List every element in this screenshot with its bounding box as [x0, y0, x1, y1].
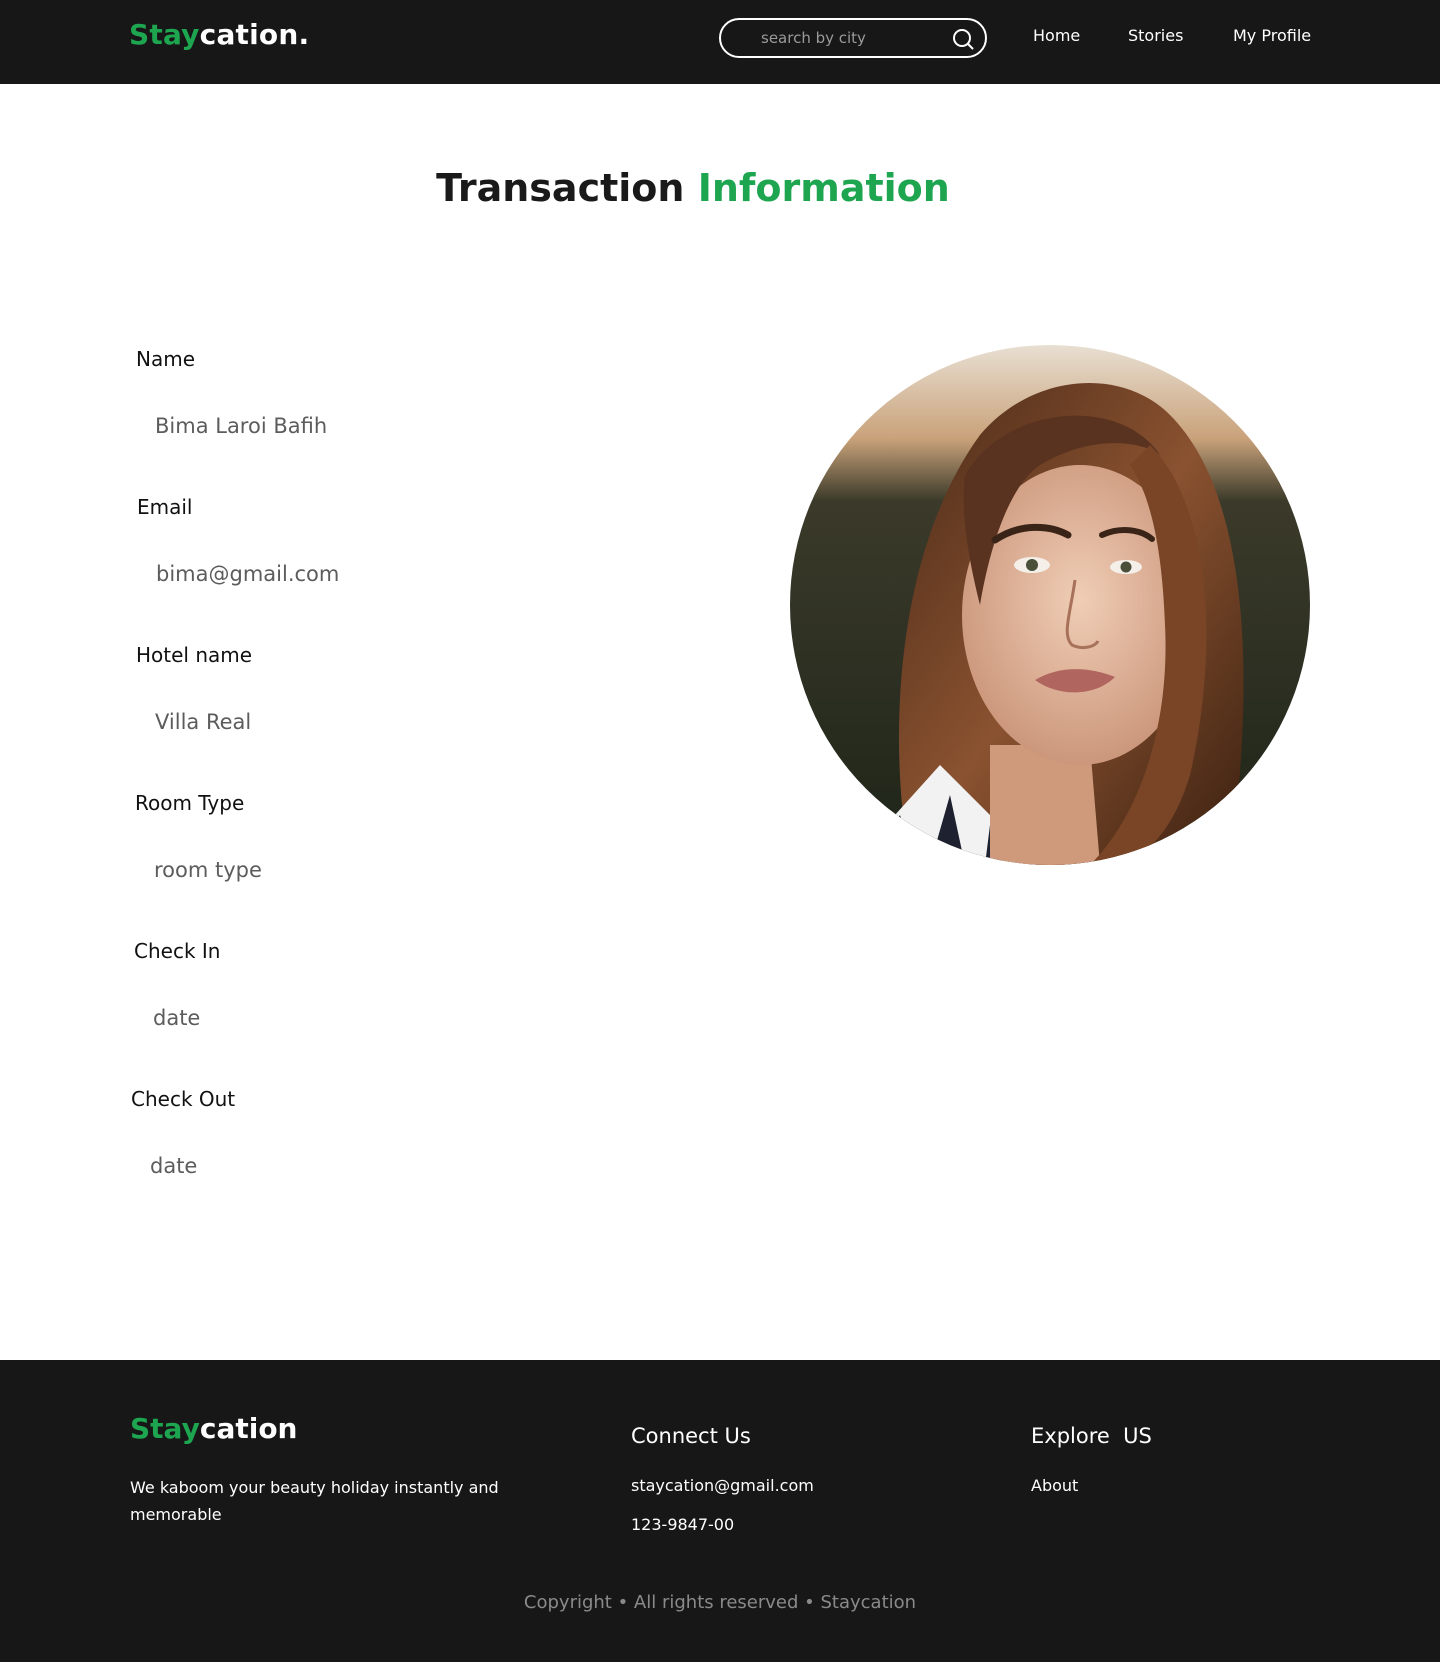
nav-stories[interactable]: Stories — [1128, 26, 1183, 45]
check-out-label: Check Out — [131, 1087, 236, 1111]
footer-logo-accent: Stay — [130, 1412, 200, 1445]
footer-tagline: We kaboom your beauty holiday instantly … — [130, 1478, 499, 1524]
room-type-label: Room Type — [135, 791, 245, 815]
logo-rest: cation. — [199, 18, 310, 51]
search-icon[interactable] — [952, 28, 974, 50]
hotel-name-label: Hotel name — [136, 643, 253, 667]
check-out-value: date — [150, 1154, 198, 1178]
check-in-value: date — [153, 1006, 201, 1030]
search-input[interactable] — [761, 26, 946, 50]
about-link[interactable]: About — [1031, 1476, 1078, 1495]
footer-logo[interactable]: Staycation — [130, 1412, 298, 1445]
top-navbar: Staycation. Home Stories My Profile — [0, 0, 1440, 84]
profile-photo — [790, 345, 1310, 865]
name-label: Name — [136, 347, 196, 371]
name-value: Bima Laroi Bafih — [155, 414, 328, 438]
contact-phone: 123-9847-00 — [631, 1515, 735, 1534]
title-part-dark: Transaction — [436, 166, 685, 210]
contact-email-link[interactable]: staycation@gmail.com — [631, 1476, 814, 1495]
footer: Staycation We kaboom your beauty holiday… — [0, 1360, 1440, 1662]
hotel-name-value: Villa Real — [155, 710, 252, 734]
email-value: bima@gmail.com — [156, 562, 340, 586]
copyright-text: Copyright • All rights reserved • Stayca… — [523, 1592, 917, 1613]
nav-my-profile[interactable]: My Profile — [1233, 26, 1311, 45]
brand-logo[interactable]: Staycation. — [129, 18, 309, 51]
room-type-value: room type — [154, 858, 262, 882]
footer-logo-rest: cation — [199, 1412, 298, 1445]
nav-home[interactable]: Home — [1033, 26, 1080, 45]
email-label: Email — [137, 495, 193, 519]
title-part-accent: Information — [697, 166, 950, 210]
search-box — [719, 18, 987, 58]
explore-us-heading: Explore US — [1031, 1424, 1152, 1448]
check-in-label: Check In — [134, 939, 221, 963]
logo-accent: Stay — [129, 18, 200, 51]
connect-us-heading: Connect Us — [631, 1424, 751, 1448]
page-title: Transaction Information — [0, 166, 1386, 210]
